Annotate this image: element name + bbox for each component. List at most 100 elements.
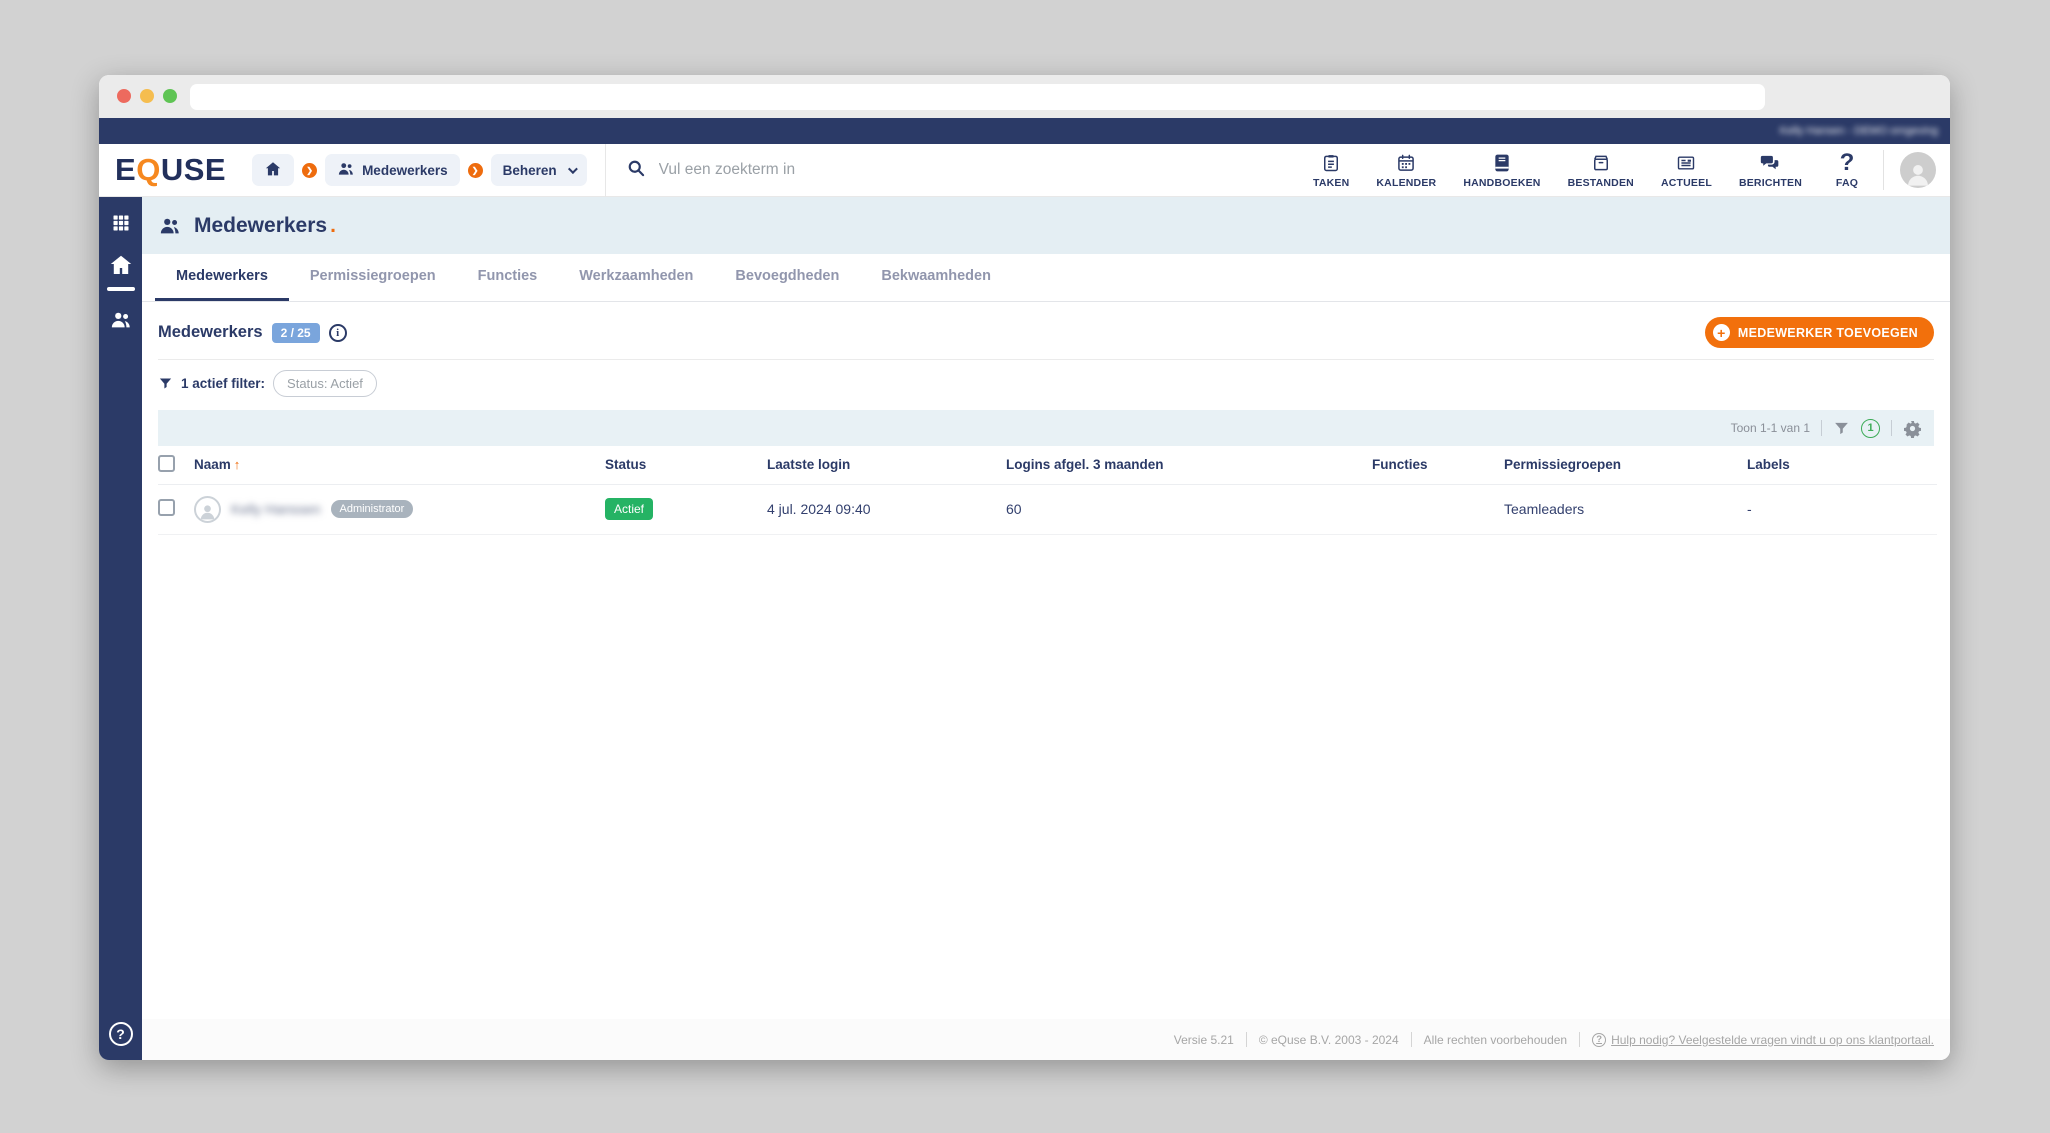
info-icon[interactable]: i: [328, 323, 347, 342]
sort-ascending-icon: ↑: [233, 457, 241, 473]
filter-chip-status[interactable]: Status: Actief: [273, 370, 377, 397]
equse-logo[interactable]: eQuse: [115, 152, 226, 188]
environment-bar: Kelly Hansen - DEMO omgeving: [99, 118, 1950, 144]
title-accent-dot: .: [330, 213, 336, 237]
tab-bar: Medewerkers Permissiegroepen Functies We…: [142, 254, 1950, 302]
page-title: Medewerkers: [194, 213, 328, 237]
add-medewerker-button[interactable]: + MEDEWERKER TOEVOEGEN: [1704, 317, 1934, 348]
nav-item-bestanden[interactable]: BESTANDEN: [1568, 152, 1634, 189]
browser-titlebar: [99, 75, 1950, 118]
users-icon: [158, 215, 182, 237]
browser-address-bar[interactable]: [190, 84, 1765, 110]
newspaper-icon: [1676, 152, 1696, 174]
apps-grid-icon[interactable]: [111, 213, 131, 233]
breadcrumb-label: Medewerkers: [362, 162, 448, 178]
column-header-labels[interactable]: Labels: [1747, 446, 1937, 485]
permissiegroepen-cell: Teamleaders: [1504, 484, 1747, 535]
app-header: eQuse ❯ Medewerkers ❯ Beheren: [99, 143, 1950, 197]
logins-count-cell: 60: [1006, 484, 1372, 535]
sidebar-item-home[interactable]: [109, 253, 133, 277]
users-icon: [337, 160, 355, 181]
sidebar-item-medewerkers[interactable]: [109, 309, 133, 331]
breadcrumb-item-beheren[interactable]: Beheren: [490, 154, 587, 186]
tab-bekwaamheden[interactable]: Bekwaamheden: [860, 254, 1012, 301]
gear-icon[interactable]: [1903, 419, 1922, 438]
rights-label: Alle rechten voorbehouden: [1423, 1032, 1568, 1047]
archive-box-icon: [1591, 152, 1611, 174]
column-header-logins[interactable]: Logins afgel. 3 maanden: [1006, 446, 1372, 485]
help-link[interactable]: ? Hulp nodig? Veelgestelde vragen vindt …: [1592, 1032, 1934, 1047]
section-header-row: Medewerkers 2 / 25 i + MEDEWERKER TOEVOE…: [142, 302, 1950, 359]
desktop-background: Kelly Hansen - DEMO omgeving eQuse ❯ Med…: [0, 0, 2050, 1133]
header-nav: TAKEN KALENDER HANDBOEKEN BESTANDEN ACTU…: [1313, 148, 1865, 189]
window-zoom-button[interactable]: [163, 89, 177, 103]
nav-item-berichten[interactable]: BERICHTEN: [1739, 152, 1802, 189]
window-minimize-button[interactable]: [140, 89, 154, 103]
filter-icon: [158, 376, 173, 391]
row-checkbox[interactable]: [158, 499, 175, 516]
active-filter-label: 1 actief filter:: [181, 376, 266, 391]
last-login-cell: 4 jul. 2024 09:40: [767, 484, 1006, 535]
breadcrumb-label: Beheren: [502, 162, 557, 178]
tab-permissiegroepen[interactable]: Permissiegroepen: [289, 254, 457, 301]
table-toolbar: Toon 1-1 van 1 1: [158, 410, 1934, 446]
column-header-status[interactable]: Status: [605, 446, 767, 485]
nav-item-handboeken[interactable]: HANDBOEKEN: [1463, 152, 1540, 189]
app-body: ? Medewerkers. Medewerkers Permissiegroe…: [99, 197, 1950, 1060]
nav-item-kalender[interactable]: KALENDER: [1376, 152, 1436, 189]
avatar: [194, 495, 221, 523]
tab-bevoegdheden[interactable]: Bevoegdheden: [714, 254, 860, 301]
version-label: Versie 5.21: [1173, 1032, 1234, 1047]
tab-functies[interactable]: Functies: [457, 254, 559, 301]
select-all-checkbox[interactable]: [158, 454, 175, 472]
global-search: [604, 143, 1313, 197]
tab-werkzaamheden[interactable]: Werkzaamheden: [558, 254, 714, 301]
page-footer: Versie 5.21 © eQuse B.V. 2003 - 2024 All…: [142, 1019, 1950, 1060]
calendar-icon: [1396, 152, 1416, 174]
column-header-naam[interactable]: Naam ↑: [194, 446, 605, 485]
breadcrumb-home[interactable]: [252, 154, 295, 186]
nav-item-faq[interactable]: ? FAQ: [1829, 148, 1865, 189]
breadcrumb-chevron-icon: ❯: [467, 162, 483, 178]
chat-bubbles-icon: [1759, 152, 1781, 174]
window-close-button[interactable]: [117, 89, 131, 103]
nav-item-actueel[interactable]: ACTUEEL: [1661, 152, 1712, 189]
nav-item-taken[interactable]: TAKEN: [1313, 152, 1349, 189]
sidebar-active-indicator: [106, 287, 135, 291]
filter-count-badge[interactable]: 1: [1861, 418, 1880, 438]
breadcrumb: ❯ Medewerkers ❯ Beheren: [252, 154, 587, 186]
functies-cell: [1372, 484, 1504, 535]
help-icon[interactable]: ?: [108, 1022, 133, 1046]
filter-icon[interactable]: [1833, 420, 1850, 437]
footer-divider: [1245, 1032, 1247, 1047]
footer-divider: [1410, 1032, 1412, 1047]
clipboard-icon: [1321, 152, 1341, 174]
search-input[interactable]: [658, 161, 1079, 179]
active-filter-row: 1 actief filter: Status: Actief: [158, 359, 1934, 410]
question-mark-icon: ?: [1839, 148, 1855, 176]
table-row[interactable]: Kelly Hanssen Administrator Actief 4 jul…: [158, 484, 1937, 535]
empty-space: [142, 535, 1950, 1020]
tab-medewerkers[interactable]: Medewerkers: [155, 254, 289, 301]
window-controls: [117, 89, 177, 103]
sidebar: ?: [99, 197, 142, 1060]
column-header-laatste-login[interactable]: Laatste login: [767, 446, 1006, 485]
footer-divider: [1579, 1032, 1581, 1047]
column-header-permissiegroepen[interactable]: Permissiegroepen: [1504, 446, 1747, 485]
section-heading: Medewerkers: [158, 323, 263, 341]
pagination-range: Toon 1-1 van 1: [1730, 421, 1810, 435]
toolbar-divider: [1821, 420, 1822, 436]
content-area: Medewerkers 2 / 25 i + MEDEWERKER TOEVOE…: [142, 302, 1950, 1019]
help-icon: ?: [1592, 1032, 1607, 1047]
user-avatar[interactable]: [1900, 152, 1936, 188]
employee-name: Kelly Hanssen: [231, 501, 321, 517]
breadcrumb-item-medewerkers[interactable]: Medewerkers: [325, 154, 460, 186]
main-area: Medewerkers. Medewerkers Permissiegroepe…: [142, 197, 1950, 1060]
header-divider: [1883, 150, 1884, 190]
breadcrumb-chevron-icon: ❯: [302, 162, 318, 178]
column-header-functies[interactable]: Functies: [1372, 446, 1504, 485]
medewerkers-table: Naam ↑ Status Laatste login Logins afgel.…: [158, 446, 1937, 535]
book-icon: [1492, 152, 1512, 174]
role-badge: Administrator: [330, 500, 414, 518]
search-icon: [626, 158, 646, 183]
